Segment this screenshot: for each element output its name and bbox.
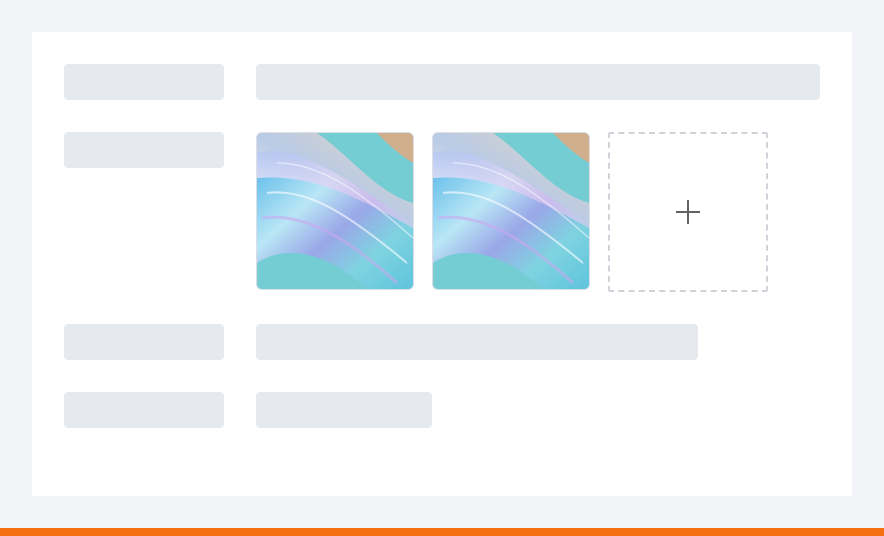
uploaded-image-thumbnail[interactable]: [256, 132, 414, 290]
field-value-skeleton: [256, 324, 698, 360]
field-value-skeleton: [256, 392, 432, 428]
iridescent-abstract-image: [433, 133, 589, 289]
field-label-skeleton: [64, 64, 224, 100]
form-card: [32, 32, 852, 496]
uploaded-image-thumbnail[interactable]: [432, 132, 590, 290]
plus-icon: [676, 200, 700, 224]
accent-bar: [0, 528, 884, 536]
add-image-button[interactable]: [608, 132, 768, 292]
field-label-skeleton: [64, 132, 224, 168]
field-label-skeleton: [64, 324, 224, 360]
iridescent-abstract-image: [257, 133, 413, 289]
field-value-skeleton: [256, 64, 820, 100]
field-label-skeleton: [64, 392, 224, 428]
